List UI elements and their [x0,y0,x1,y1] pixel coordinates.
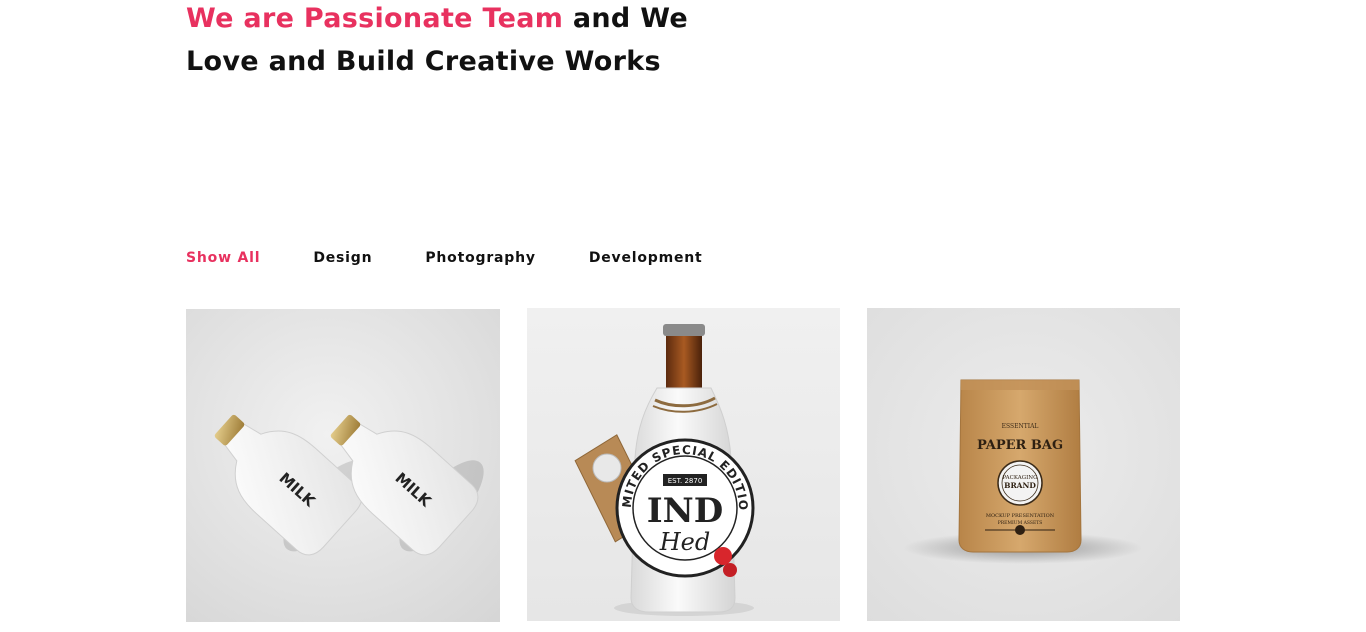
hero-heading-line2: Love and Build Creative Works [186,46,661,77]
portfolio-item-milk[interactable]: MILK MILK [186,309,500,622]
filter-show-all[interactable]: Show All [186,250,260,266]
bottle-label-big: IND [647,491,723,531]
filter-design[interactable]: Design [313,250,372,266]
bag-title-text: PAPER BAG [977,438,1063,453]
bottle-label-script: Hed [659,528,711,556]
hero-heading: We are Passionate Team and We Love and B… [186,0,706,83]
bag-footer-text-1: MOCKUP PRESENTATION [986,513,1055,519]
bottle-label-est: EST. 2870 [668,477,703,485]
portfolio-item-paper-bag[interactable]: ESSENTIAL PAPER BAG PACKAGING BRAND MOCK… [867,308,1180,621]
beer-bottle-image: LIMITED SPECIAL EDITION EST. 2870 IND He… [527,308,840,621]
portfolio-filter-bar: Show All Design Photography Development [186,248,703,268]
hero-heading-rest: and We [563,3,688,34]
hero-heading-accent: We are Passionate Team [186,3,564,34]
filter-development[interactable]: Development [589,250,703,266]
portfolio-item-bottle[interactable]: LIMITED SPECIAL EDITION EST. 2870 IND He… [527,308,840,621]
paper-bag-image: ESSENTIAL PAPER BAG PACKAGING BRAND MOCK… [867,308,1180,621]
bag-small-text: ESSENTIAL [1002,423,1039,430]
filter-photography[interactable]: Photography [425,250,535,266]
bag-circle-text-2: BRAND [1004,481,1036,490]
milk-bottles-image: MILK MILK [186,309,500,622]
